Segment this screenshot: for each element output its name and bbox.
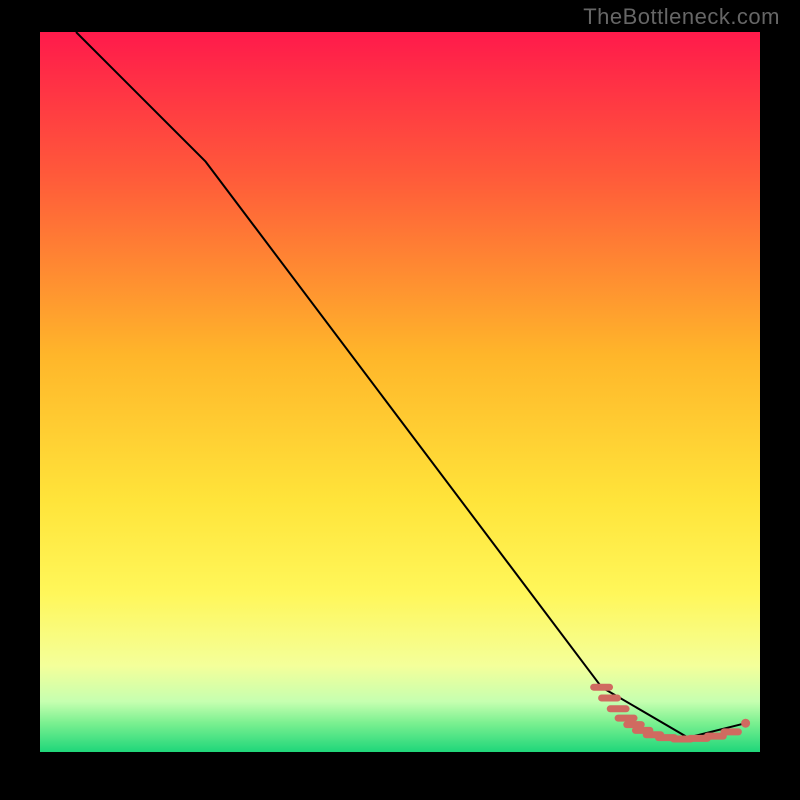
chart-frame: TheBottleneck.com	[0, 0, 800, 800]
plot-area	[40, 32, 760, 752]
plot-svg	[40, 32, 760, 752]
endpoint-dot	[741, 719, 750, 728]
gradient-bg	[40, 32, 760, 752]
watermark-text: TheBottleneck.com	[583, 4, 780, 30]
